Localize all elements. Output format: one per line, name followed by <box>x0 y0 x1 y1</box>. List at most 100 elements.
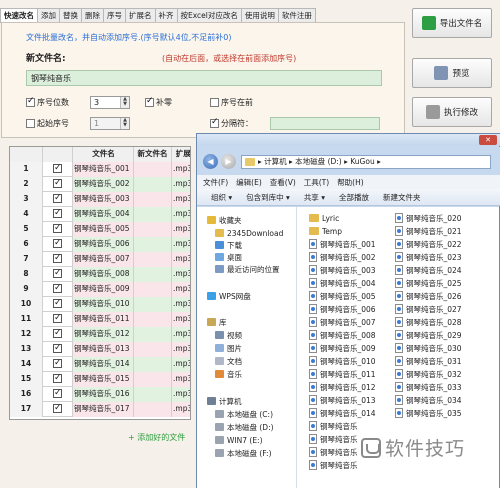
row-checkbox[interactable] <box>43 162 73 177</box>
toolbar-play-all[interactable]: 全部播放 <box>339 192 369 203</box>
folder-item[interactable]: Lyric <box>309 212 339 225</box>
checkbox-icon[interactable] <box>53 312 62 325</box>
add-files-link[interactable]: + 添加好的文件 <box>128 432 185 443</box>
tab-add[interactable]: 添加 <box>37 8 60 22</box>
file-item[interactable]: 钢琴纯音乐_035 <box>395 407 462 420</box>
file-item[interactable]: 钢琴纯音乐_004 <box>309 277 376 290</box>
file-item[interactable]: 钢琴纯音乐_006 <box>309 303 376 316</box>
row-checkbox[interactable] <box>43 282 73 297</box>
nav-item-documents[interactable]: 文档 <box>215 356 242 368</box>
row-checkbox[interactable] <box>43 177 73 192</box>
toolbar-new-folder[interactable]: 新建文件夹 <box>383 192 421 203</box>
row-checkbox[interactable] <box>43 342 73 357</box>
start-seq-checkbox[interactable] <box>26 119 35 128</box>
separator-input[interactable] <box>270 117 380 130</box>
start-seq-stepper[interactable]: 1 ▲ ▼ <box>90 117 130 130</box>
checkbox-icon[interactable] <box>53 192 62 205</box>
back-icon[interactable]: ◀ <box>203 154 218 169</box>
file-item[interactable]: 钢琴纯音乐_027 <box>395 303 462 316</box>
table-row[interactable]: 6 钢琴纯音乐_006 .mp3 <box>10 237 190 252</box>
table-row[interactable]: 17 钢琴纯音乐_017 .mp3 <box>10 402 190 417</box>
nav-item-downloads[interactable]: 下载 <box>215 240 242 252</box>
row-checkbox[interactable] <box>43 357 73 372</box>
nav-item-pictures[interactable]: 图片 <box>215 343 242 355</box>
file-item[interactable]: 钢琴纯音乐 <box>309 446 358 459</box>
file-item[interactable]: 钢琴纯音乐_032 <box>395 368 462 381</box>
file-item[interactable]: 钢琴纯音乐_010 <box>309 355 376 368</box>
file-item[interactable]: 钢琴纯音乐_009 <box>309 342 376 355</box>
row-checkbox[interactable] <box>43 387 73 402</box>
file-item[interactable]: 钢琴纯音乐_021 <box>395 225 462 238</box>
table-row[interactable]: 12 钢琴纯音乐_012 .mp3 <box>10 327 190 342</box>
tab-delete[interactable]: 删除 <box>81 8 104 22</box>
tab-register[interactable]: 软件注册 <box>277 8 316 22</box>
table-row[interactable]: 8 钢琴纯音乐_008 .mp3 <box>10 267 190 282</box>
checkbox-icon[interactable] <box>53 387 62 400</box>
table-row[interactable]: 14 钢琴纯音乐_014 .mp3 <box>10 357 190 372</box>
toolbar-organize[interactable]: 组织 ▾ <box>211 192 232 203</box>
forward-icon[interactable]: ▶ <box>221 154 236 169</box>
file-item[interactable]: 钢琴纯音乐_028 <box>395 316 462 329</box>
file-item[interactable]: 钢琴纯音乐_011 <box>309 368 376 381</box>
menu-help[interactable]: 帮助(H) <box>337 177 364 188</box>
file-item[interactable]: 钢琴纯音乐_034 <box>395 394 462 407</box>
tab-extension[interactable]: 扩展名 <box>125 8 156 22</box>
menu-edit[interactable]: 编辑(E) <box>236 177 262 188</box>
table-row[interactable]: 3 钢琴纯音乐_003 .mp3 <box>10 192 190 207</box>
row-checkbox[interactable] <box>43 192 73 207</box>
file-item[interactable]: 钢琴纯音乐_005 <box>309 290 376 303</box>
menu-file[interactable]: 文件(F) <box>203 177 228 188</box>
nav-item-desktop[interactable]: 桌面 <box>215 252 242 264</box>
checkbox-icon[interactable] <box>53 342 62 355</box>
row-checkbox[interactable] <box>43 297 73 312</box>
file-item[interactable]: 钢琴纯音乐_002 <box>309 251 376 264</box>
table-row[interactable]: 11 钢琴纯音乐_011 .mp3 <box>10 312 190 327</box>
table-row[interactable]: 2 钢琴纯音乐_002 .mp3 <box>10 177 190 192</box>
nav-item-recent-places[interactable]: 最近访问的位置 <box>215 264 280 276</box>
tab-replace[interactable]: 替换 <box>59 8 82 22</box>
file-item[interactable]: 钢琴纯音乐_029 <box>395 329 462 342</box>
file-item[interactable]: 钢琴纯音乐_003 <box>309 264 376 277</box>
file-item[interactable]: 钢琴纯音乐_026 <box>395 290 462 303</box>
table-row[interactable]: 4 钢琴纯音乐_004 .mp3 <box>10 207 190 222</box>
close-icon[interactable]: ✕ <box>479 135 497 145</box>
address-bar[interactable]: ▸ 计算机 ▸ 本地磁盘 (D:) ▸ KuGou ▸ <box>241 155 491 169</box>
checkbox-icon[interactable] <box>53 237 62 250</box>
row-checkbox[interactable] <box>43 372 73 387</box>
file-item[interactable]: 钢琴纯音乐_013 <box>309 394 376 407</box>
row-checkbox[interactable] <box>43 267 73 282</box>
file-item[interactable]: 钢琴纯音乐_008 <box>309 329 376 342</box>
row-checkbox[interactable] <box>43 327 73 342</box>
nav-item-drive-d[interactable]: 本地磁盘 (D:) <box>215 422 274 434</box>
seq-digits-stepper[interactable]: 3 ▲ ▼ <box>90 96 130 109</box>
table-row[interactable]: 10 钢琴纯音乐_010 .mp3 <box>10 297 190 312</box>
separator-checkbox[interactable] <box>210 117 219 128</box>
row-checkbox[interactable] <box>43 402 73 417</box>
checkbox-icon[interactable] <box>53 222 62 235</box>
folder-item[interactable]: Temp <box>309 225 342 238</box>
nav-item-libraries[interactable]: 库 <box>207 317 227 329</box>
file-item[interactable]: 钢琴纯音乐 <box>309 433 358 446</box>
file-item[interactable]: 钢琴纯音乐 <box>309 420 358 433</box>
checkbox-icon[interactable] <box>53 177 62 190</box>
table-row[interactable]: 16 钢琴纯音乐_016 .mp3 <box>10 387 190 402</box>
checkbox-icon[interactable] <box>53 282 62 295</box>
toolbar-share[interactable]: 共享 ▾ <box>304 192 325 203</box>
preview-button[interactable]: 预览 <box>412 58 492 88</box>
nav-item-drive-c[interactable]: 本地磁盘 (C:) <box>215 409 273 421</box>
toolbar-include-library[interactable]: 包含到库中 ▾ <box>246 192 290 203</box>
table-row[interactable]: 7 钢琴纯音乐_007 .mp3 <box>10 252 190 267</box>
header-filename[interactable]: 文件名 <box>73 147 134 162</box>
file-item[interactable]: 钢琴纯音乐_012 <box>309 381 376 394</box>
header-ext[interactable]: 扩展名 <box>172 147 190 162</box>
nav-item-drive-f[interactable]: 本地磁盘 (F:) <box>215 448 272 460</box>
nav-item-2345download[interactable]: 2345Download <box>215 228 283 240</box>
checkbox-icon[interactable] <box>53 162 62 175</box>
file-item[interactable]: 钢琴纯音乐_025 <box>395 277 462 290</box>
explorer-titlebar[interactable]: ✕ <box>197 134 500 146</box>
stepper-arrows-icon[interactable]: ▲ ▼ <box>120 118 129 129</box>
nav-item-computer[interactable]: 计算机 <box>207 396 242 408</box>
tab-excel-rename[interactable]: 按Excel对应改名 <box>176 8 242 22</box>
file-item[interactable]: 钢琴纯音乐_031 <box>395 355 462 368</box>
nav-item-favorites[interactable]: 收藏夹 <box>207 215 242 227</box>
